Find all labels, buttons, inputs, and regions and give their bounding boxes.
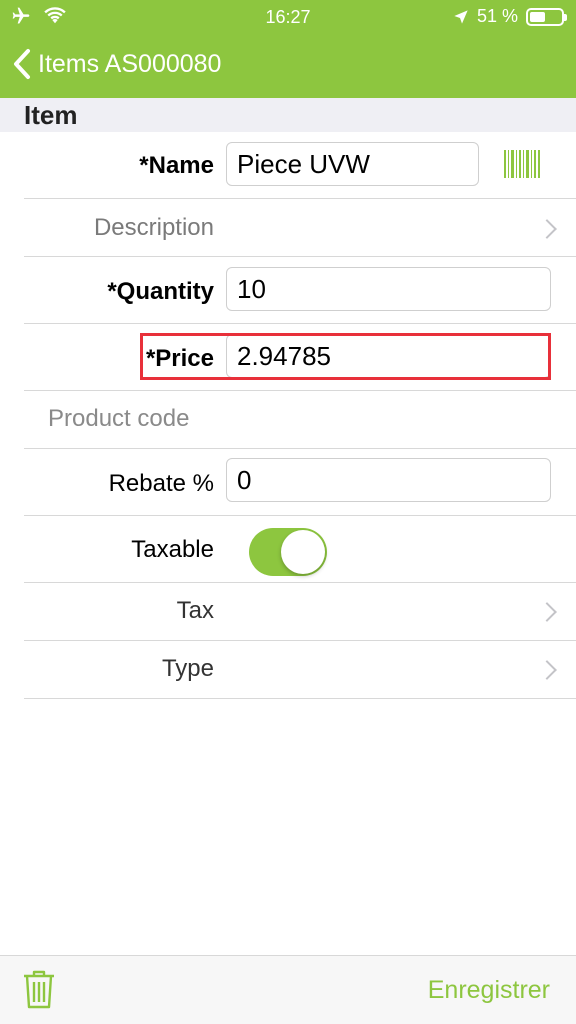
status-bar: 16:27 51 %: [0, 0, 576, 34]
bottom-toolbar: Enregistrer: [0, 955, 576, 1024]
description-label: Description: [93, 214, 214, 241]
section-header: Item: [0, 98, 576, 132]
location-icon: [454, 9, 468, 24]
product-code-row[interactable]: Product code: [0, 391, 576, 449]
description-row[interactable]: Description: [0, 199, 576, 257]
chevron-right-icon: [537, 602, 557, 622]
price-highlight-box: [140, 333, 551, 380]
back-title: Items AS000080: [38, 49, 222, 78]
name-row: *Name Piece UVW: [0, 132, 576, 199]
type-label: Type: [161, 655, 214, 682]
toggle-knob: [281, 530, 325, 574]
quantity-label: *Quantity: [107, 278, 214, 305]
back-button[interactable]: Items AS000080: [12, 48, 221, 80]
tax-row[interactable]: Tax: [0, 583, 576, 641]
trash-icon[interactable]: [22, 968, 56, 1010]
type-row[interactable]: Type: [0, 641, 576, 699]
name-field[interactable]: Piece UVW: [226, 142, 479, 186]
tax-label: Tax: [176, 597, 214, 624]
barcode-icon[interactable]: [504, 150, 540, 178]
name-label: *Name: [139, 152, 214, 179]
chevron-right-icon: [537, 219, 557, 239]
taxable-toggle[interactable]: [249, 528, 327, 576]
battery-icon: [526, 7, 567, 26]
rebate-field[interactable]: 0: [226, 458, 551, 502]
battery-fill: [530, 11, 546, 22]
section-title: Item: [24, 100, 78, 130]
chevron-left-icon: [14, 49, 30, 79]
nav-bar: Items AS000080: [0, 34, 576, 98]
product-code-label: Product code: [48, 405, 190, 432]
status-right: 51 %: [453, 6, 567, 27]
rebate-row: Rebate % 0: [0, 449, 576, 516]
chevron-right-icon: [537, 660, 557, 680]
save-button[interactable]: Enregistrer: [428, 976, 550, 1005]
battery-percent: 51 %: [476, 6, 518, 26]
quantity-field[interactable]: 10: [226, 267, 551, 311]
rebate-label: Rebate %: [108, 470, 214, 497]
quantity-row: *Quantity 10: [0, 257, 576, 324]
taxable-label: Taxable: [131, 536, 214, 563]
